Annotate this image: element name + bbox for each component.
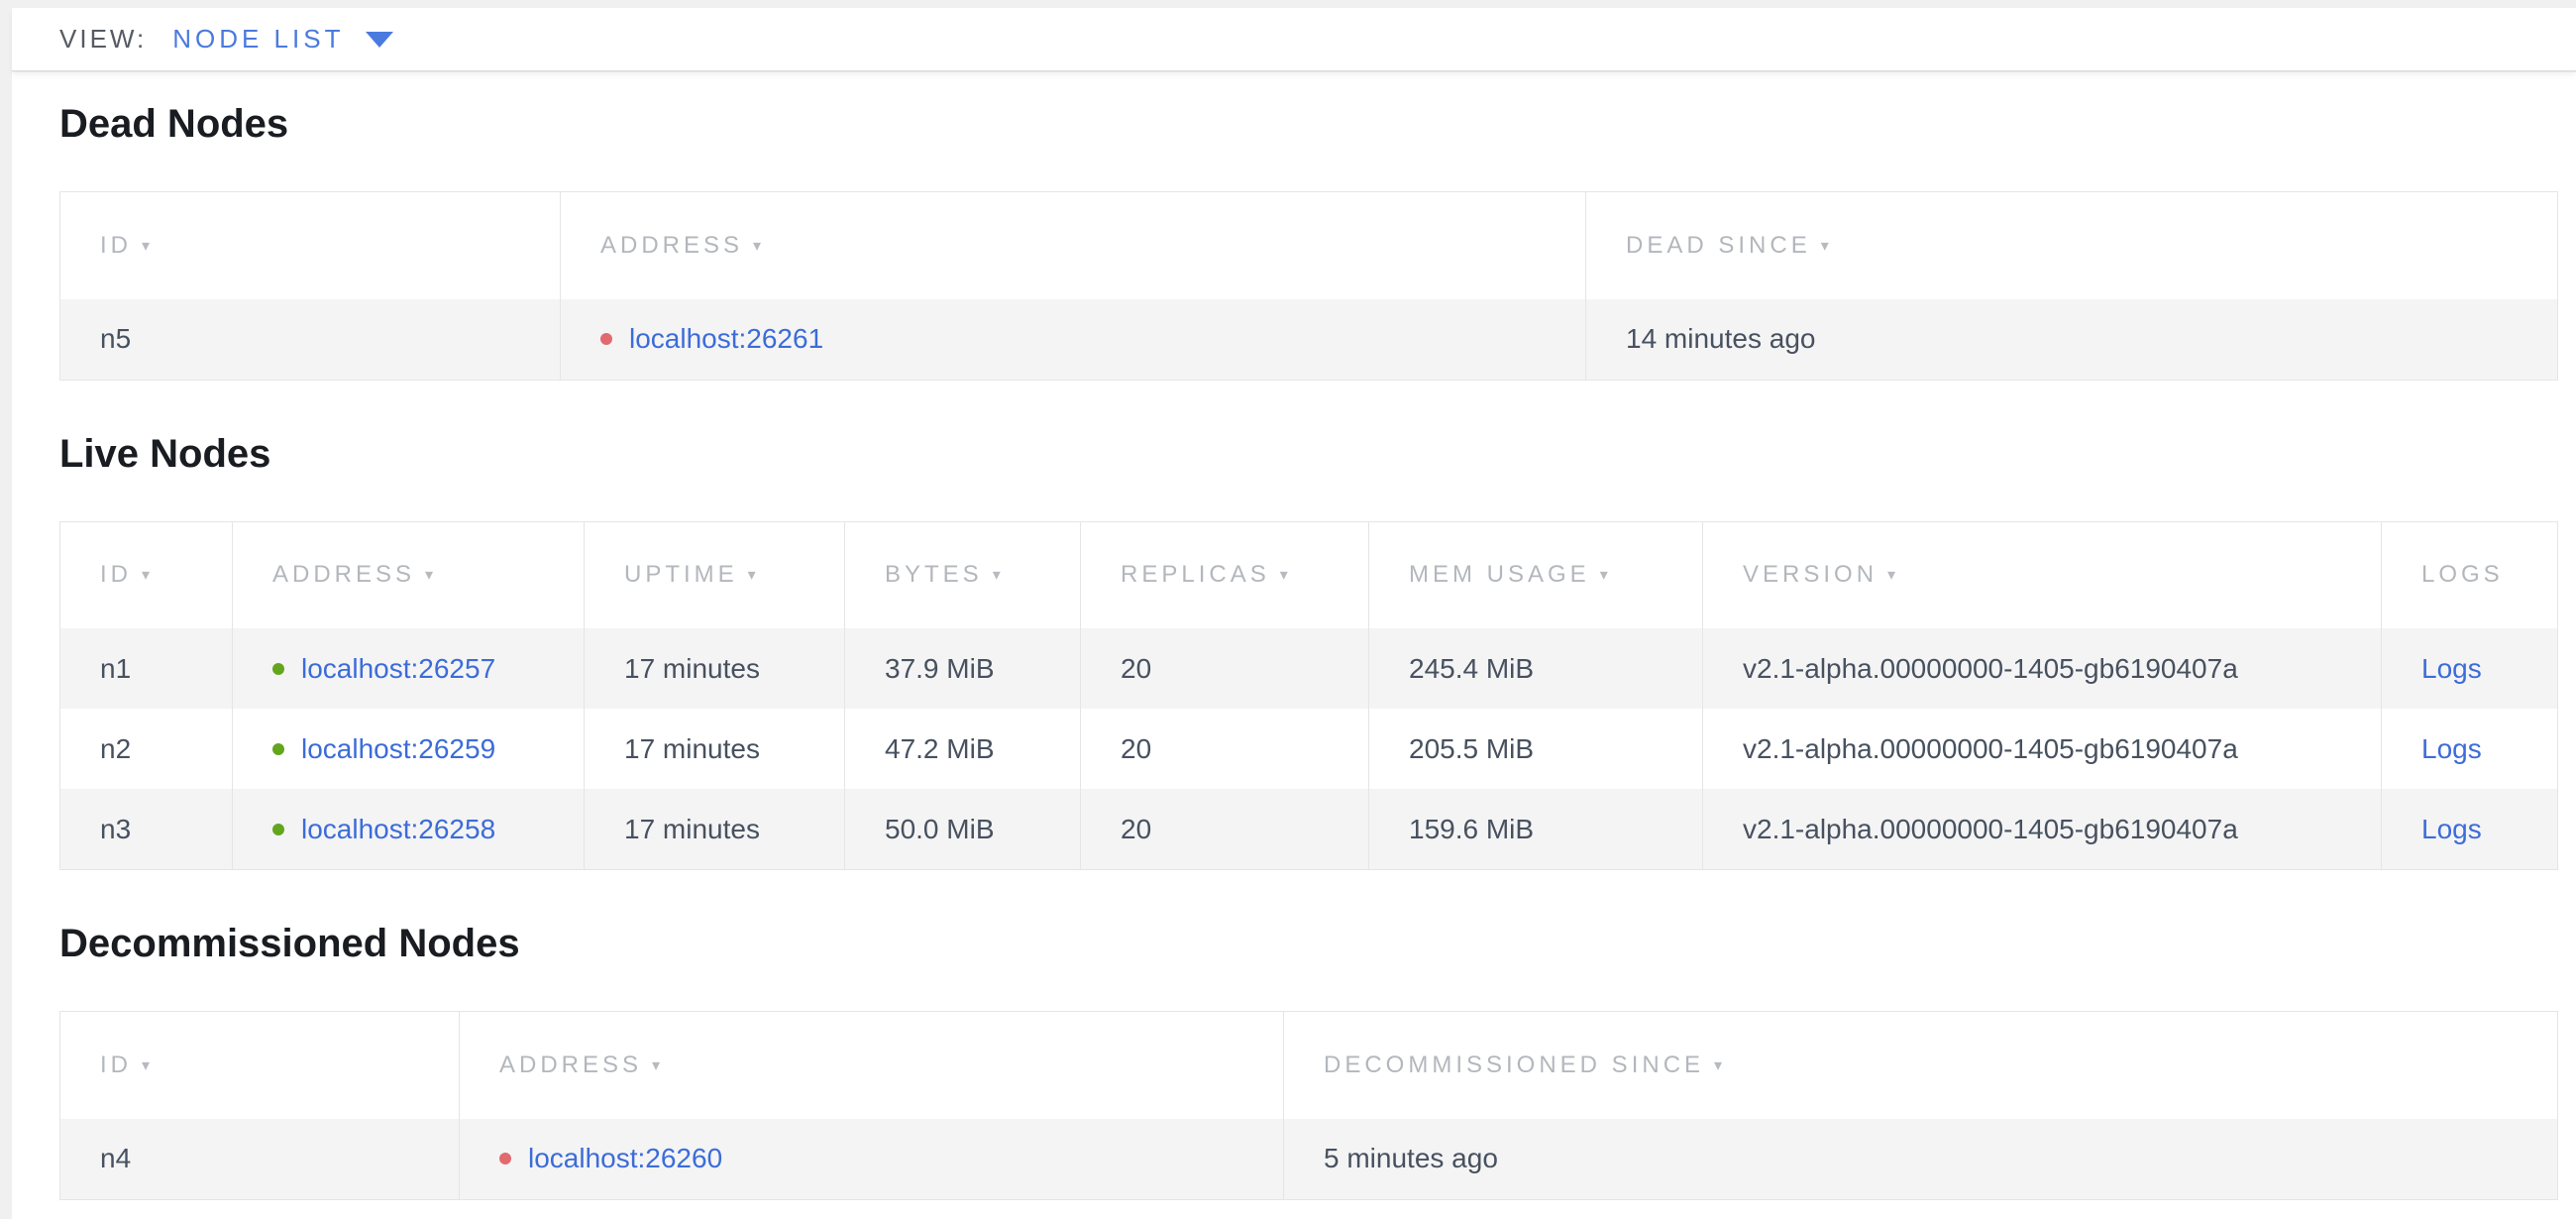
dead-nodes-title: Dead Nodes: [59, 100, 2558, 148]
table-row: n3 localhost:26258 17 minutes 50.0 MiB 2…: [60, 789, 2558, 870]
table-row: n1 localhost:26257 17 minutes 37.9 MiB 2…: [60, 628, 2558, 709]
sort-arrow-icon: ▾: [1714, 1057, 1726, 1074]
column-header-id[interactable]: ID▾: [60, 521, 233, 628]
node-id-cell: n3: [60, 789, 233, 870]
live-nodes-title: Live Nodes: [59, 430, 2558, 478]
dead-status-dot-icon: [600, 333, 612, 345]
column-header-id[interactable]: ID▾: [60, 192, 561, 299]
column-header-id[interactable]: ID▾: [60, 1012, 460, 1119]
node-id-cell: n4: [60, 1119, 460, 1200]
live-status-dot-icon: [272, 743, 284, 755]
column-header-logs: LOGS: [2382, 521, 2558, 628]
node-id-cell: n5: [60, 299, 561, 381]
logs-link[interactable]: Logs: [2421, 653, 2482, 684]
live-status-dot-icon: [272, 824, 284, 835]
column-header-decommissioned-since[interactable]: DECOMMISSIONED SINCE▾: [1284, 1012, 2558, 1119]
column-header-dead-since[interactable]: DEAD SINCE▾: [1586, 192, 2558, 299]
version-cell: v2.1-alpha.00000000-1405-gb6190407a: [1703, 628, 2382, 709]
mem-usage-cell: 245.4 MiB: [1369, 628, 1703, 709]
column-header-address[interactable]: ADDRESS▾: [460, 1012, 1284, 1119]
logs-link[interactable]: Logs: [2421, 814, 2482, 844]
dead-nodes-header-row: ID▾ ADDRESS▾ DEAD SINCE▾: [60, 192, 2558, 299]
version-cell: v2.1-alpha.00000000-1405-gb6190407a: [1703, 789, 2382, 870]
dropdown-caret-icon: [366, 32, 393, 48]
replicas-cell: 20: [1081, 628, 1369, 709]
bytes-cell: 47.2 MiB: [845, 709, 1081, 789]
table-row: n4 localhost:26260 5 minutes ago: [60, 1119, 2558, 1200]
logs-cell: Logs: [2382, 709, 2558, 789]
sort-arrow-icon: ▾: [1600, 567, 1612, 584]
view-dropdown-value[interactable]: NODE LIST: [172, 24, 344, 55]
column-header-uptime[interactable]: UPTIME▾: [585, 521, 845, 628]
sort-arrow-icon: ▾: [1821, 238, 1833, 255]
column-header-address[interactable]: ADDRESS▾: [561, 192, 1586, 299]
column-header-version[interactable]: VERSION▾: [1703, 521, 2382, 628]
sort-arrow-icon: ▾: [142, 1057, 154, 1074]
uptime-cell: 17 minutes: [585, 628, 845, 709]
node-list-page: Dead Nodes ID▾ ADDRESS▾ DEAD SINCE▾ n5 l…: [12, 72, 2576, 1219]
live-status-dot-icon: [272, 663, 284, 675]
sort-arrow-icon: ▾: [142, 238, 154, 255]
replicas-cell: 20: [1081, 789, 1369, 870]
live-nodes-header-row: ID▾ ADDRESS▾ UPTIME▾ BYTES▾ REPLICAS▾ ME…: [60, 521, 2558, 628]
view-dropdown[interactable]: NODE LIST: [172, 24, 393, 55]
view-bar: VIEW: NODE LIST: [12, 8, 2576, 71]
node-address-link[interactable]: localhost:26257: [301, 653, 495, 685]
decommissioned-nodes-title: Decommissioned Nodes: [59, 920, 2558, 967]
node-address-link[interactable]: localhost:26261: [629, 323, 823, 355]
sort-arrow-icon: ▾: [425, 567, 437, 584]
logs-cell: Logs: [2382, 628, 2558, 709]
column-header-replicas[interactable]: REPLICAS▾: [1081, 521, 1369, 628]
decommissioned-nodes-header-row: ID▾ ADDRESS▾ DECOMMISSIONED SINCE▾: [60, 1012, 2558, 1119]
node-id-cell: n1: [60, 628, 233, 709]
sort-arrow-icon: ▾: [753, 238, 765, 255]
sort-arrow-icon: ▾: [1280, 567, 1292, 584]
mem-usage-cell: 159.6 MiB: [1369, 789, 1703, 870]
mem-usage-cell: 205.5 MiB: [1369, 709, 1703, 789]
table-row: n2 localhost:26259 17 minutes 47.2 MiB 2…: [60, 709, 2558, 789]
column-header-address[interactable]: ADDRESS▾: [233, 521, 585, 628]
node-address-cell: localhost:26261: [561, 299, 1586, 381]
node-address-link[interactable]: localhost:26260: [528, 1143, 722, 1174]
sort-arrow-icon: ▾: [652, 1057, 664, 1074]
decommissioned-status-dot-icon: [499, 1153, 511, 1164]
node-address-cell: localhost:26258: [233, 789, 585, 870]
sort-arrow-icon: ▾: [142, 567, 154, 584]
column-header-bytes[interactable]: BYTES▾: [845, 521, 1081, 628]
sort-arrow-icon: ▾: [748, 567, 760, 584]
node-address-cell: localhost:26260: [460, 1119, 1284, 1200]
decommissioned-nodes-table: ID▾ ADDRESS▾ DECOMMISSIONED SINCE▾ n4 lo…: [59, 1011, 2558, 1200]
view-label: VIEW:: [59, 24, 147, 55]
node-address-cell: localhost:26259: [233, 709, 585, 789]
replicas-cell: 20: [1081, 709, 1369, 789]
dead-since-cell: 14 minutes ago: [1586, 299, 2558, 381]
node-address-cell: localhost:26257: [233, 628, 585, 709]
node-address-link[interactable]: localhost:26258: [301, 814, 495, 845]
dead-nodes-table: ID▾ ADDRESS▾ DEAD SINCE▾ n5 localhost:26…: [59, 191, 2558, 381]
uptime-cell: 17 minutes: [585, 789, 845, 870]
node-address-link[interactable]: localhost:26259: [301, 733, 495, 765]
sort-arrow-icon: ▾: [993, 567, 1005, 584]
bytes-cell: 50.0 MiB: [845, 789, 1081, 870]
uptime-cell: 17 minutes: [585, 709, 845, 789]
sort-arrow-icon: ▾: [1887, 567, 1899, 584]
logs-cell: Logs: [2382, 789, 2558, 870]
version-cell: v2.1-alpha.00000000-1405-gb6190407a: [1703, 709, 2382, 789]
logs-link[interactable]: Logs: [2421, 733, 2482, 764]
bytes-cell: 37.9 MiB: [845, 628, 1081, 709]
column-header-mem-usage[interactable]: MEM USAGE▾: [1369, 521, 1703, 628]
decommissioned-since-cell: 5 minutes ago: [1284, 1119, 2558, 1200]
node-id-cell: n2: [60, 709, 233, 789]
table-row: n5 localhost:26261 14 minutes ago: [60, 299, 2558, 381]
live-nodes-table: ID▾ ADDRESS▾ UPTIME▾ BYTES▾ REPLICAS▾ ME…: [59, 521, 2558, 871]
